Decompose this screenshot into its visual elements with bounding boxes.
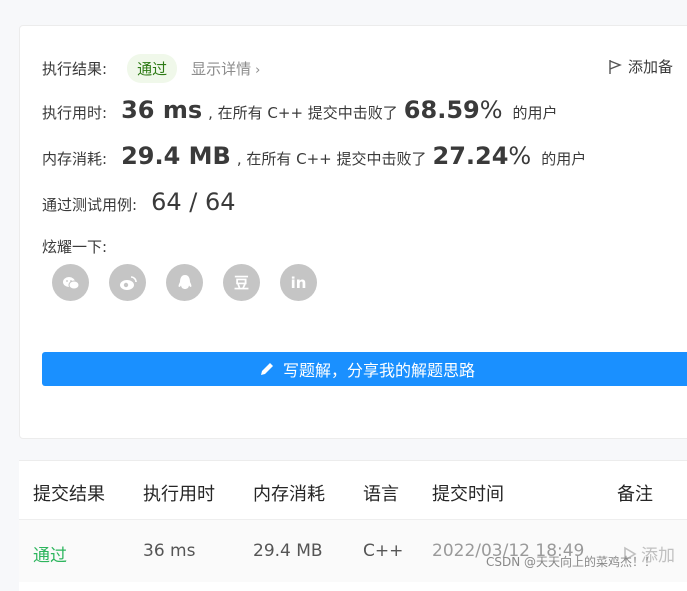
runtime-percent: 68.59%	[404, 96, 503, 124]
row-runtime: 36 ms	[143, 541, 196, 561]
douban-icon[interactable]: 豆	[223, 264, 260, 301]
linkedin-glyph: in	[290, 273, 307, 292]
watermark: CSDN @天天向上的菜鸡杰！！	[486, 555, 657, 569]
add-note-button[interactable]: 添加备	[608, 56, 673, 77]
douban-glyph: 豆	[233, 274, 249, 292]
testcases-label: 通过测试用例:	[42, 196, 138, 214]
result-card: 执行结果: 通过 显示详情 › 添加备 执行用时: 36 ms , 在所有 C++…	[19, 25, 687, 439]
submission-table: 提交结果 执行用时 内存消耗 语言 提交时间 备注 通过 36 ms 29.4 …	[19, 460, 687, 591]
memory-percent: 27.24%	[433, 142, 532, 170]
share-icons: 豆 in	[52, 264, 317, 301]
share-label: 炫耀一下:	[42, 238, 108, 256]
memory-percent-number: 27.24	[432, 142, 509, 170]
testcases-value: 64 / 64	[151, 188, 236, 216]
runtime-suffix: 的用户	[512, 104, 558, 122]
testcases-row: 通过测试用例: 64 / 64	[42, 188, 235, 216]
row-memory: 29.4 MB	[253, 541, 323, 561]
write-solution-button[interactable]: 写题解，分享我的解题思路	[42, 352, 687, 386]
wechat-icon[interactable]	[52, 264, 89, 301]
memory-percent-sign: %	[508, 142, 532, 170]
row-status[interactable]: 通过	[33, 541, 67, 566]
result-row: 执行结果: 通过 显示详情 ›	[42, 54, 260, 83]
header-runtime: 执行用时	[143, 484, 215, 505]
chevron-right-icon: ›	[255, 63, 261, 78]
status-badge: 通过	[127, 54, 178, 83]
runtime-label: 执行用时:	[42, 104, 108, 122]
memory-value: 29.4 MB	[121, 142, 231, 170]
memory-row: 内存消耗: 29.4 MB , 在所有 C++ 提交中击败了 27.24% 的用…	[42, 142, 586, 170]
share-label-row: 炫耀一下:	[42, 236, 107, 257]
runtime-percent-sign: %	[479, 96, 503, 124]
header-language: 语言	[363, 484, 399, 505]
table-row[interactable]: 通过 36 ms 29.4 MB C++ 2022/03/12 18:49 添加	[19, 520, 687, 582]
memory-suffix: 的用户	[541, 150, 587, 168]
row-language: C++	[363, 541, 404, 561]
header-submit-time: 提交时间	[432, 484, 504, 505]
result-label: 执行结果:	[42, 60, 108, 78]
show-details-link[interactable]: 显示详情 ›	[191, 58, 260, 79]
qq-icon[interactable]	[166, 264, 203, 301]
add-note-label: 添加备	[628, 58, 674, 76]
header-memory: 内存消耗	[253, 484, 325, 505]
pencil-icon	[260, 363, 273, 375]
linkedin-icon[interactable]: in	[280, 264, 317, 301]
write-solution-label: 写题解，分享我的解题思路	[282, 361, 475, 380]
runtime-row: 执行用时: 36 ms , 在所有 C++ 提交中击败了 68.59% 的用户	[42, 96, 558, 124]
table-header: 提交结果 执行用时 内存消耗 语言 提交时间 备注	[19, 461, 687, 520]
memory-middle-text: , 在所有 C++ 提交中击败了	[236, 150, 427, 168]
show-details-label: 显示详情	[191, 60, 252, 78]
header-result: 提交结果	[33, 484, 105, 505]
runtime-middle-text: , 在所有 C++ 提交中击败了	[208, 104, 398, 122]
weibo-icon[interactable]	[109, 264, 146, 301]
header-note: 备注	[617, 484, 653, 505]
flag-icon	[609, 59, 622, 74]
memory-label: 内存消耗:	[42, 150, 108, 168]
runtime-value: 36 ms	[121, 96, 203, 124]
runtime-percent-number: 68.59	[403, 96, 480, 124]
